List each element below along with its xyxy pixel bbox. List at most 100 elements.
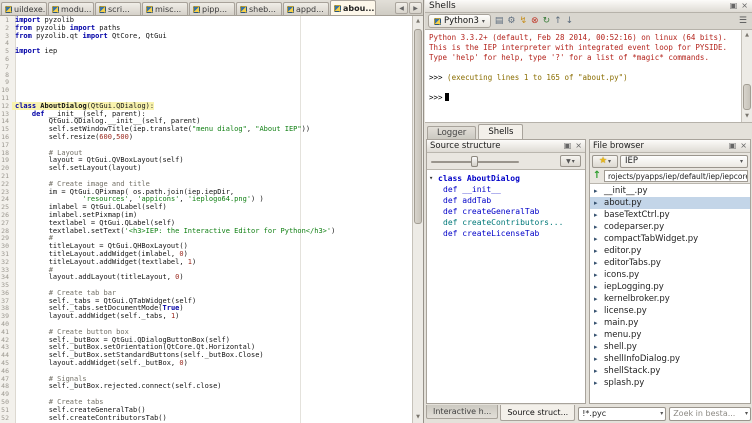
expander-icon[interactable]: ▸	[594, 187, 600, 195]
file-row[interactable]: ▸ shellStack.py	[590, 365, 750, 377]
editor-scrollbar[interactable]: ▲ ▼	[412, 16, 423, 423]
source-structure-item[interactable]: def addTab	[429, 195, 583, 206]
source-structure-item[interactable]: def createContributors...	[429, 217, 583, 228]
file-row[interactable]: ▸shell.py	[590, 341, 750, 353]
float-panel-icon[interactable]: ▣	[730, 2, 738, 10]
shell-config-icon[interactable]: ⚙	[507, 17, 515, 26]
expander-icon[interactable]: ▸	[594, 199, 600, 207]
shell-menu-icon[interactable]: ☰	[739, 17, 749, 26]
expander-icon[interactable]: ▸	[594, 271, 600, 279]
expander-icon[interactable]: ▸	[594, 331, 600, 339]
editor-tab[interactable]: appd...	[283, 2, 329, 15]
up-directory-icon[interactable]: ↑	[592, 171, 602, 181]
file-row[interactable]: ▸__init__.py	[590, 185, 750, 197]
expander-icon[interactable]: ▸	[594, 259, 600, 267]
file-filter-combo: ▾	[578, 407, 666, 421]
terminate-icon[interactable]: ⊗	[531, 17, 539, 26]
shell-area-tabs: LoggerShells	[427, 124, 752, 139]
editor-tab[interactable]: modu...	[48, 2, 94, 15]
expander-icon[interactable]: ▸	[594, 307, 600, 315]
tab-scroll-left-icon[interactable]: ◀	[395, 2, 408, 14]
editor-tab[interactable]: misc...	[142, 2, 188, 15]
expander-icon[interactable]: ▸	[594, 283, 600, 291]
slider-handle[interactable]	[471, 156, 478, 167]
editor-tab[interactable]: scri...	[95, 2, 141, 15]
chevron-down-icon[interactable]: ▾	[745, 410, 748, 417]
source-structure-item[interactable]: def __init__	[429, 184, 583, 195]
scroll-up-icon[interactable]: ▲	[413, 17, 423, 26]
shell-output[interactable]: Python 3.3.2+ (default, Feb 28 2014, 00:…	[425, 30, 752, 123]
search-input[interactable]	[673, 409, 745, 418]
expander-icon[interactable]: ▸	[594, 247, 600, 255]
file-row[interactable]: ▸icons.py	[590, 269, 750, 281]
file-row[interactable]: ▸ license.py	[590, 305, 750, 317]
close-panel-icon[interactable]: ×	[740, 142, 747, 150]
close-panel-icon[interactable]: ×	[575, 142, 582, 150]
close-panel-icon[interactable]: ×	[741, 2, 748, 10]
shell-scrollbar[interactable]: ▲ ▼	[741, 30, 752, 122]
code-editor[interactable]: 1import pyzolib2from pyzolib import path…	[0, 16, 423, 423]
file-row[interactable]: ▸splash.py	[590, 377, 750, 389]
expander-icon[interactable]: ▸	[594, 343, 600, 351]
file-name: license.py	[604, 306, 647, 316]
source-structure-item[interactable]: def createLicenseTab	[429, 228, 583, 239]
code-line: 52 self.createContributorsTab()	[0, 415, 412, 423]
editor-scrollbar-thumb[interactable]	[414, 29, 422, 224]
tool-tab[interactable]: Interactive h...	[426, 405, 498, 419]
file-row[interactable]: ▸shellInfoDialog.py	[590, 353, 750, 365]
float-panel-icon[interactable]: ▣	[729, 142, 737, 150]
scroll-down-icon[interactable]: ↓	[566, 17, 574, 26]
file-row[interactable]: ▸compactTabWidget.py	[590, 233, 750, 245]
scroll-up-icon[interactable]: ↑	[554, 17, 562, 26]
editor-tab[interactable]: sheb...	[236, 2, 282, 15]
tab-scroll-right-icon[interactable]: ▶	[409, 2, 422, 14]
file-row[interactable]: ▸editorTabs.py	[590, 257, 750, 269]
editor-tab[interactable]: abou...	[330, 0, 376, 15]
shell-area-tab[interactable]: Shells	[478, 124, 523, 139]
interrupt-icon[interactable]: ↯	[519, 17, 527, 26]
funnel-icon: ▼	[566, 158, 571, 165]
scroll-down-icon[interactable]: ▼	[413, 413, 423, 422]
file-row[interactable]: ▸about.py	[590, 197, 750, 209]
editor-tab[interactable]: uildexe...	[1, 2, 47, 15]
file-row[interactable]: ▸iepLogging.py	[590, 281, 750, 293]
file-row[interactable]: ▸ main.py	[590, 317, 750, 329]
file-row[interactable]: ▸menu.py	[590, 329, 750, 341]
expander-icon[interactable]: ▸	[594, 235, 600, 243]
file-filter-input[interactable]	[582, 409, 660, 418]
expander-icon[interactable]: ▸	[594, 319, 600, 327]
expander-icon[interactable]: ▸	[594, 379, 600, 387]
float-panel-icon[interactable]: ▣	[564, 142, 572, 150]
expander-icon[interactable]: ▸	[594, 367, 600, 375]
file-row[interactable]: ▸kernelbroker.py	[590, 293, 750, 305]
scroll-up-icon[interactable]: ▲	[742, 31, 752, 40]
restart-icon[interactable]: ↻	[543, 17, 551, 26]
file-row[interactable]: ▸baseTextCtrl.py	[590, 209, 750, 221]
file-row[interactable]: ▸editor.py	[590, 245, 750, 257]
shell-scrollbar-thumb[interactable]	[743, 84, 751, 110]
file-name: shellStack.py	[604, 366, 660, 376]
filter-button[interactable]: ▼ ▾	[560, 155, 581, 167]
scroll-down-icon[interactable]: ▼	[742, 112, 752, 121]
editor-tab-label: sheb...	[249, 5, 276, 14]
expander-icon[interactable]: ▾	[429, 173, 436, 184]
shell-tab-python3[interactable]: Python3 ▾	[428, 14, 491, 28]
expander-icon[interactable]: ▸	[594, 211, 600, 219]
expander-icon[interactable]: ▸	[594, 355, 600, 363]
editor-tab[interactable]: pipp...	[189, 2, 235, 15]
file-row[interactable]: ▸codeparser.py	[590, 221, 750, 233]
structure-depth-slider[interactable]	[431, 156, 519, 167]
chevron-down-icon[interactable]: ▾	[660, 410, 663, 417]
tool-tab[interactable]: Source struct...	[500, 405, 575, 421]
project-selector[interactable]: IEP ▾	[620, 155, 748, 168]
code-line: 32 titleLayout.addWidget(textlabel, 1)	[0, 259, 412, 267]
source-structure-item[interactable]: ▾class AboutDialog	[429, 173, 583, 184]
file-name: main.py	[604, 318, 638, 328]
bookmarks-button[interactable]: ★ ▾	[592, 155, 618, 168]
expander-icon[interactable]: ▸	[594, 223, 600, 231]
shell-list-icon[interactable]: ▤	[495, 17, 504, 26]
expander-icon[interactable]: ▸	[594, 295, 600, 303]
source-structure-item[interactable]: def createGeneralTab	[429, 206, 583, 217]
shell-area-tab[interactable]: Logger	[427, 126, 476, 139]
path-input[interactable]: rojects/pyapps/iep/default/iep/iepcore	[604, 170, 748, 182]
